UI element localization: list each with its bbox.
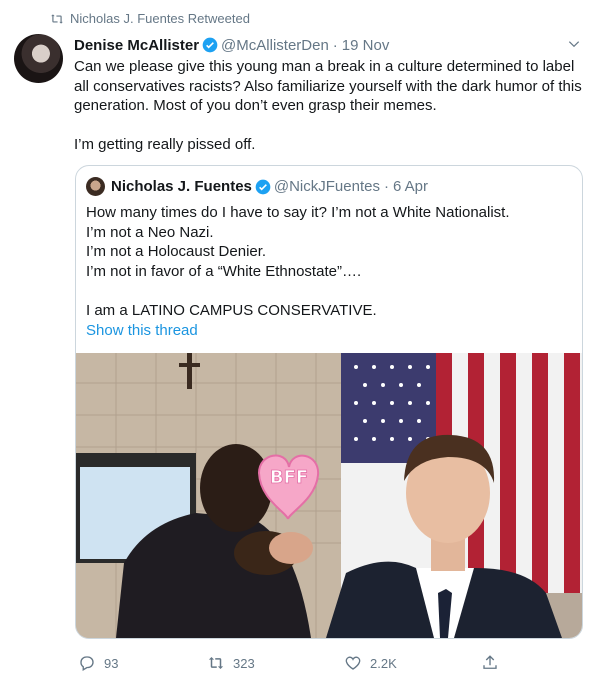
reply-icon	[80, 656, 94, 671]
author-name[interactable]: Denise McAllister	[74, 37, 199, 54]
heart-icon	[345, 656, 361, 670]
reply-button[interactable]: 93	[78, 654, 118, 672]
tweet-header: Denise McAllister @McAllisterDen · 19 No…	[74, 35, 578, 55]
verified-badge-icon	[202, 37, 218, 53]
bff-sticker-text: BFF	[270, 467, 308, 488]
quoted-tweet[interactable]: Nicholas J. Fuentes @NickJFuentes · 6 Ap…	[75, 165, 583, 639]
verified-badge-icon	[255, 179, 271, 194]
show-thread-link[interactable]: Show this thread	[86, 322, 198, 339]
retweet-icon	[208, 657, 224, 669]
quoted-author-name: Nicholas J. Fuentes	[111, 178, 252, 195]
reply-count: 93	[104, 655, 119, 671]
quoted-tweet-header: Nicholas J. Fuentes @NickJFuentes · 6 Ap…	[86, 177, 428, 196]
share-button[interactable]	[481, 654, 499, 672]
quoted-tweet-date: 6 Apr	[392, 178, 428, 195]
author-handle[interactable]: @McAllisterDen	[221, 37, 329, 54]
tweet-actions: 93 323 2.2K	[0, 654, 598, 674]
quoted-tweet-text: How many times do I have to say it? I’m …	[86, 204, 510, 319]
quoted-header-separator: ·	[383, 178, 389, 195]
retweet-button[interactable]: 323	[207, 654, 255, 672]
retweet-icon	[51, 13, 63, 24]
like-count: 2.2K	[370, 655, 397, 671]
retweet-count: 323	[233, 655, 255, 671]
quoted-author-handle: @NickJFuentes	[273, 178, 380, 195]
like-button[interactable]: 2.2K	[344, 654, 397, 672]
quoted-author-avatar	[86, 177, 105, 196]
chevron-down-icon[interactable]	[567, 37, 581, 51]
photo-illustration: BFF	[76, 353, 582, 638]
tweet-date[interactable]: 19 Nov	[342, 37, 390, 54]
author-avatar[interactable]	[14, 34, 63, 83]
retweeted-by-line[interactable]: Nicholas J. Fuentes Retweeted	[50, 11, 250, 26]
tweet-photo[interactable]: BFF	[76, 353, 582, 638]
header-separator: ·	[332, 36, 338, 54]
retweeted-by-text: Nicholas J. Fuentes Retweeted	[70, 11, 250, 26]
share-icon	[483, 655, 497, 669]
tweet-text: Can we please give this young man a brea…	[74, 58, 582, 153]
